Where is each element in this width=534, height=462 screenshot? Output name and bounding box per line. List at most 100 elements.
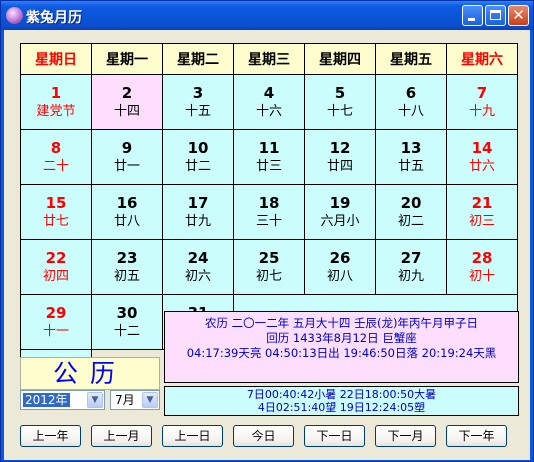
day-number: 7	[476, 84, 488, 102]
chevron-down-icon[interactable]: ▼	[142, 392, 158, 408]
day-number: 29	[45, 304, 67, 322]
lunar-day-label: 十一	[42, 324, 69, 339]
next-year-button[interactable]: 下一年	[446, 425, 507, 447]
moon-phase-line: 4日02:51:40望 19日12:24:05塑	[257, 401, 426, 414]
day-number: 22	[45, 249, 67, 267]
day-number: 12	[329, 139, 351, 157]
day-number: 19	[329, 194, 351, 212]
day-cell[interactable]: 23 初五	[91, 239, 163, 295]
lunar-day-label: 廿五	[397, 159, 424, 174]
day-cell[interactable]: 20 初二	[375, 184, 447, 240]
day-cell[interactable]: 17 廿九	[162, 184, 234, 240]
day-number: 24	[187, 249, 209, 267]
window-title: 紫兔月历	[26, 10, 82, 26]
day-cell[interactable]: 18 三十	[233, 184, 305, 240]
day-number: 14	[471, 139, 493, 157]
lunar-day-label: 初十	[468, 269, 495, 284]
lunar-day-label: 廿九	[184, 214, 211, 229]
day-cell[interactable]: 27 初九	[375, 239, 447, 295]
day-cell[interactable]: 12 廿四	[304, 129, 376, 185]
lunar-day-label: 廿二	[184, 159, 211, 174]
close-icon: ✕	[512, 6, 525, 24]
prev-year-button[interactable]: 上一年	[20, 425, 81, 447]
day-number: 28	[471, 249, 493, 267]
day-cell[interactable]: 16 廿八	[91, 184, 163, 240]
hijri-date-line: 回历 1433年8月12日 巨蟹座	[266, 331, 417, 345]
lunar-day-label: 十九	[468, 104, 495, 119]
weekday-header: 星期二	[162, 43, 234, 75]
weekday-header: 星期五	[375, 43, 447, 75]
gregorian-label: 公历	[20, 357, 160, 390]
day-number: 9	[121, 139, 133, 157]
lunar-day-label: 廿四	[326, 159, 353, 174]
day-cell[interactable]: 26 初八	[304, 239, 376, 295]
today-button[interactable]: 今日	[233, 425, 294, 447]
day-cell[interactable]: 7 十九	[446, 74, 518, 130]
minimize-button[interactable]	[462, 5, 483, 26]
year-select[interactable]: 2012年 ▼	[20, 390, 105, 410]
day-number: 15	[45, 194, 67, 212]
close-button[interactable]: ✕	[508, 5, 529, 26]
day-number: 25	[258, 249, 280, 267]
day-cell[interactable]: 11 廿三	[233, 129, 305, 185]
day-cell[interactable]: 24 初六	[162, 239, 234, 295]
lunar-day-label: 廿八	[113, 214, 140, 229]
day-number: 11	[258, 139, 280, 157]
weekday-header: 星期日	[20, 43, 92, 75]
prev-day-button[interactable]: 上一日	[162, 425, 223, 447]
day-cell[interactable]: 6 十八	[375, 74, 447, 130]
day-cell[interactable]: 10 廿二	[162, 129, 234, 185]
day-cell[interactable]: 30 十二	[91, 294, 163, 350]
day-cell[interactable]: 28 初十	[446, 239, 518, 295]
chevron-down-icon[interactable]: ▼	[87, 392, 103, 408]
day-cell[interactable]: 5 十七	[304, 74, 376, 130]
day-cell[interactable]: 29 十一	[20, 294, 92, 350]
day-cell[interactable]: 9 廿一	[91, 129, 163, 185]
lunar-day-label: 十二	[113, 324, 140, 339]
weekday-header: 星期六	[446, 43, 518, 75]
day-number: 16	[116, 194, 138, 212]
day-cell[interactable]: 1 建党节	[20, 74, 92, 130]
day-number: 23	[116, 249, 138, 267]
day-cell[interactable]: 13 廿五	[375, 129, 447, 185]
day-cell[interactable]: 22 初四	[20, 239, 92, 295]
lunar-day-label: 二十	[42, 159, 69, 174]
prev-month-button[interactable]: 上一月	[91, 425, 152, 447]
day-cell[interactable]: 19 六月小	[304, 184, 376, 240]
lunar-day-label: 六月小	[320, 214, 360, 229]
lunar-day-label: 初二	[397, 214, 424, 229]
day-number: 8	[50, 139, 62, 157]
lunar-day-label: 廿三	[255, 159, 282, 174]
weekday-header: 星期三	[233, 43, 305, 75]
day-cell[interactable]: 2 十四	[91, 74, 163, 130]
day-number: 13	[400, 139, 422, 157]
day-number: 30	[116, 304, 138, 322]
title-bar[interactable]: 紫兔月历 ✕	[1, 1, 533, 30]
year-select-value: 2012年	[23, 393, 70, 407]
next-day-button[interactable]: 下一日	[304, 425, 365, 447]
solar-terms-panel: 7日00:40:42小暑 22日18:00:50大暑 4日02:51:40望 1…	[164, 386, 519, 416]
lunar-day-label: 初八	[326, 269, 353, 284]
lunar-day-label: 十七	[326, 104, 353, 119]
lunar-info-panel: 农历 二〇一二年 五月大十四 壬辰(龙)年丙午月甲子日 回历 1433年8月12…	[164, 311, 519, 383]
lunar-day-label: 十五	[184, 104, 211, 119]
day-number: 20	[400, 194, 422, 212]
weekday-header: 星期一	[91, 43, 163, 75]
day-number: 27	[400, 249, 422, 267]
day-number: 2	[121, 84, 133, 102]
day-number: 5	[334, 84, 346, 102]
month-select[interactable]: 7月 ▼	[110, 390, 160, 410]
next-month-button[interactable]: 下一月	[375, 425, 436, 447]
month-select-value: 7月	[115, 393, 135, 407]
day-cell[interactable]: 21 初三	[446, 184, 518, 240]
day-number: 21	[471, 194, 493, 212]
day-cell[interactable]: 25 初七	[233, 239, 305, 295]
rabbit-app-icon[interactable]	[6, 7, 23, 24]
day-cell[interactable]: 8 二十	[20, 129, 92, 185]
day-cell[interactable]: 15 廿七	[20, 184, 92, 240]
solar-terms-line: 7日00:40:42小暑 22日18:00:50大暑	[246, 388, 437, 401]
day-cell[interactable]: 14 廿六	[446, 129, 518, 185]
day-cell[interactable]: 3 十五	[162, 74, 234, 130]
maximize-button[interactable]	[485, 5, 506, 26]
day-cell[interactable]: 4 十六	[233, 74, 305, 130]
